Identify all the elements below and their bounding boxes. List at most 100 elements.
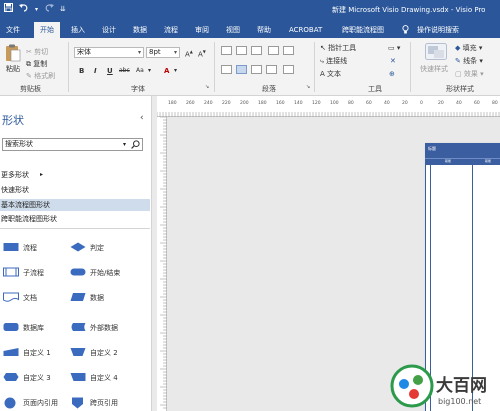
font-size-combo[interactable]: 8pt ▾ [146,47,180,58]
align-middle-icon[interactable] [236,46,247,55]
basic-flowchart-stencil[interactable]: 基本流程图形状 [0,199,150,211]
undo-icon[interactable] [19,3,29,17]
align-bottom-icon[interactable] [251,46,262,55]
horizontal-ruler-scale: 180 260 240 220 200 180 160 140 120 100 80 60 40 20 0 2… [156,100,500,117]
tell-me-search[interactable]: 操作说明搜索 [417,22,459,38]
stencil-custom-3[interactable]: 自定义 3 [3,370,75,386]
quick-styles-button[interactable]: 快速样式 [420,64,448,74]
font-color-button[interactable]: A [164,66,169,76]
ruler-tick-label: 180 [258,100,267,106]
stencil-data[interactable]: 数据 [70,290,142,306]
customize-qat-icon[interactable]: ⇊ [60,3,66,17]
italic-button[interactable]: I [94,66,97,76]
divider [0,228,150,229]
tab-data[interactable]: 数据 [133,22,147,38]
close-icon[interactable]: ✕ [390,56,396,66]
more-shapes-menu[interactable]: 更多形状 ▸ [0,169,150,181]
fill-button[interactable]: ◆ 填充 ▾ [455,43,482,53]
search-shapes-input[interactable]: 搜索形状 ▾ [2,138,143,151]
dialog-launcher-icon[interactable]: ↘ [205,82,209,92]
cut-button[interactable]: ✂ 剪切 [26,47,48,57]
stencil-process[interactable]: 流程 [3,240,75,256]
search-icon[interactable] [131,140,140,153]
bold-button[interactable]: B [79,66,84,76]
strikethrough-button[interactable]: abc [119,66,130,76]
on-page-ref-shape-icon [4,397,16,409]
stencil-subprocess[interactable]: 子流程 [3,265,75,281]
align-top-icon[interactable] [221,46,232,55]
off-page-ref-shape-icon [72,397,83,409]
connection-point-icon[interactable]: ⊕ [389,69,395,79]
tab-help[interactable]: 帮助 [257,22,271,38]
stencil-custom-1[interactable]: 自定义 1 [3,345,75,361]
underline-button[interactable]: U [107,66,113,76]
stencil-custom-4[interactable]: 自定义 4 [70,370,142,386]
align-center-icon[interactable] [236,65,247,74]
decrease-indent-icon[interactable] [268,46,279,55]
quick-styles-icon[interactable] [425,43,447,63]
tab-design[interactable]: 设计 [102,22,116,38]
copy-button[interactable]: ⧉ 复制 [26,59,47,69]
tab-review[interactable]: 审阅 [195,22,209,38]
tab-home[interactable]: 开始 [34,22,60,38]
tab-view[interactable]: 视图 [226,22,240,38]
collapse-pane-icon[interactable]: ‹ [140,113,144,123]
format-painter-button[interactable]: ✎ 格式刷 [26,71,55,81]
grow-font-icon[interactable]: A▲ [185,47,193,59]
cross-functional-stencil[interactable]: 跨职能流程图形状 [0,213,150,225]
chevron-down-icon[interactable]: ▾ [123,139,126,150]
line-button[interactable]: ✎ 线条 ▾ [455,56,483,66]
tab-cross-functional[interactable]: 跨职能流程图 [342,22,384,38]
ruler-tick-label: 80 [492,100,498,106]
tab-process[interactable]: 流程 [164,22,178,38]
stencil-on-page-reference[interactable]: 页面内引用 [3,395,75,411]
stencil-database[interactable]: 数据库 [3,320,75,336]
justify-icon[interactable] [266,65,277,74]
chevron-down-icon: ▾ [173,49,177,56]
shapes-pane-title: 形状 [2,114,24,127]
swimlane-pool-header[interactable] [425,143,500,158]
ruler-tick-label: 60 [474,100,480,106]
effects-button[interactable]: ▢ 效果 ▾ [455,69,484,79]
tab-file[interactable]: 文件 [6,22,20,38]
database-shape-icon [3,323,19,331]
shrink-font-icon[interactable]: A▼ [198,47,206,59]
ruler-tick-label: 260 [186,100,195,106]
paste-button[interactable]: 粘贴 [6,64,20,74]
shape-styles-group-label: 形状样式 [446,85,474,93]
stencil-document[interactable]: 文档 [3,290,75,306]
quick-shapes-item[interactable]: 快速形状 [0,184,150,196]
align-right-icon[interactable] [251,65,262,74]
font-case-button[interactable]: Aa [136,66,144,76]
undo-dropdown-icon[interactable]: ▾ [35,3,38,17]
rectangle-tool-icon[interactable]: ▭ ▾ [388,43,400,53]
chevron-down-icon[interactable]: ▾ [174,66,177,76]
tools-group-label: 工具 [368,85,382,93]
redo-icon[interactable] [44,3,55,17]
font-name-combo[interactable]: 宋体 ▾ [74,47,144,58]
dialog-launcher-icon[interactable]: ↘ [306,82,310,92]
lightbulb-icon[interactable] [402,22,409,38]
custom2-shape-icon [70,348,86,356]
ruler-tick-label: 200 [240,100,249,106]
tab-acrobat[interactable]: ACROBAT [289,22,322,38]
stencil-start-end[interactable]: 开始/结束 [70,265,142,281]
connector-tool-button[interactable]: ⤷ 连接线 [320,56,347,66]
ruler-tick-label: 180 [168,100,177,106]
increase-indent-icon[interactable] [283,46,294,55]
ruler-tick-label: 140 [294,100,303,106]
pointer-tool-button[interactable]: ↖ 指针工具 [320,43,356,53]
stencil-custom-2[interactable]: 自定义 2 [70,345,142,361]
stencil-external-data[interactable]: 外部数据 [70,320,142,336]
stencil-off-page-reference[interactable]: 跨页引用 [70,395,142,411]
bullets-icon[interactable] [283,65,294,74]
chevron-right-icon: ▸ [40,171,44,178]
chevron-down-icon[interactable]: ▾ [148,66,151,76]
text-tool-button[interactable]: A 文本 [320,69,341,79]
save-icon[interactable] [4,3,13,17]
align-left-icon[interactable] [221,65,232,74]
stencil-decision[interactable]: 判定 [70,240,142,256]
paste-icon[interactable] [5,44,21,64]
watermark-logo [390,364,434,408]
tab-insert[interactable]: 插入 [71,22,85,38]
